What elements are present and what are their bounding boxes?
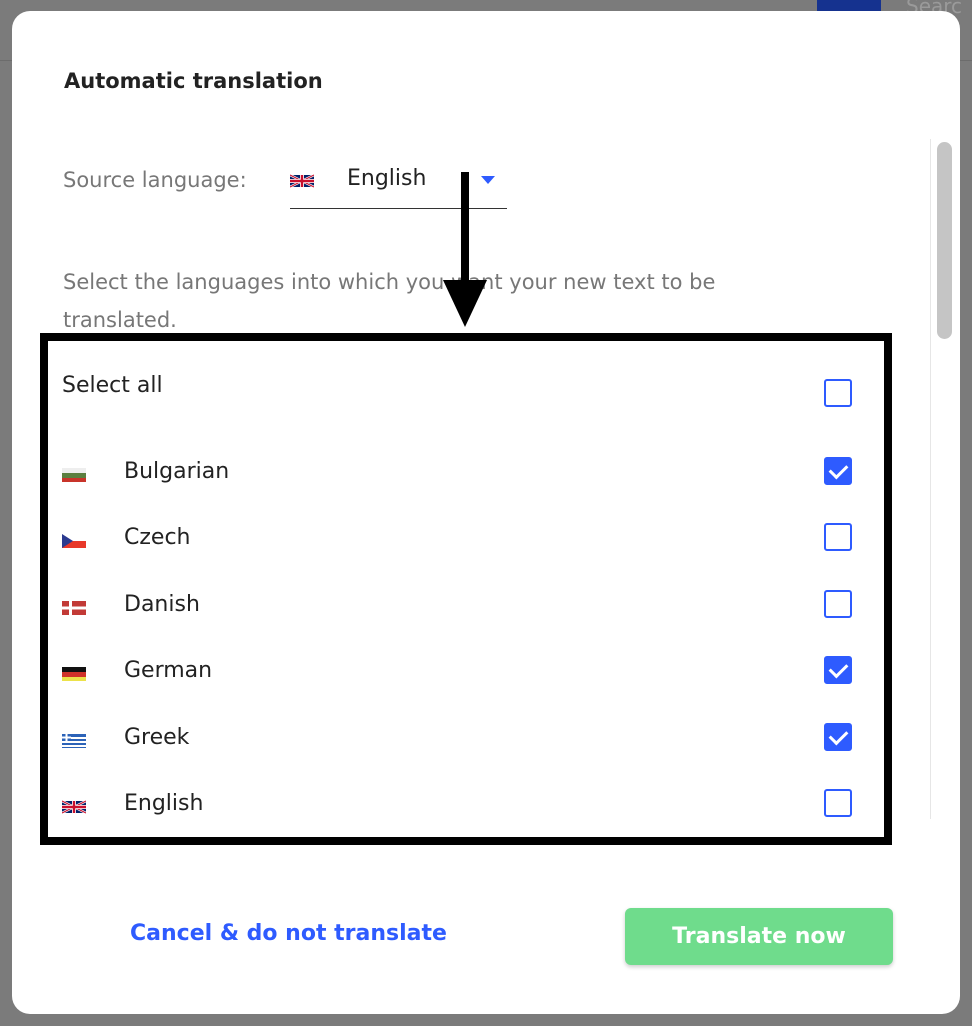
- dialog-title: Automatic translation: [64, 69, 323, 93]
- translate-now-button[interactable]: Translate now: [625, 908, 893, 965]
- language-name: Greek: [124, 724, 190, 750]
- flag-gb-icon: [61, 799, 87, 818]
- language-checkbox[interactable]: [824, 523, 852, 552]
- language-checkbox[interactable]: [824, 457, 852, 485]
- select-all-label: Select all: [62, 373, 163, 398]
- language-row-czech[interactable]: Czech: [62, 519, 872, 559]
- instructions-text: Select the languages into which you want…: [63, 270, 716, 332]
- flag-dk-icon: [62, 600, 86, 619]
- language-checkbox[interactable]: [824, 722, 852, 751]
- select-all-checkbox[interactable]: [824, 379, 852, 407]
- language-checkbox[interactable]: [824, 656, 852, 685]
- language-name: English: [124, 791, 204, 816]
- flag-gb-icon: [289, 173, 315, 192]
- language-row-bulgarian[interactable]: Bulgarian: [62, 453, 872, 493]
- language-checkbox[interactable]: [824, 789, 852, 817]
- flag-cz-icon: [62, 533, 86, 552]
- language-name: Czech: [124, 525, 191, 551]
- language-row-english[interactable]: English: [61, 785, 872, 825]
- flag-gr-icon: [62, 733, 86, 752]
- flag-de-icon: [62, 666, 86, 685]
- language-checkbox[interactable]: [824, 589, 852, 618]
- language-row-danish[interactable]: Danish: [62, 586, 872, 626]
- cancel-button[interactable]: Cancel & do not translate: [130, 921, 447, 946]
- flag-bg-icon: [62, 467, 86, 486]
- language-row-german[interactable]: German: [62, 652, 872, 692]
- source-language-label: Source language:: [63, 168, 247, 192]
- source-language-select[interactable]: English: [289, 161, 507, 209]
- language-name: German: [124, 658, 213, 684]
- automatic-translation-dialog: Automatic translation Source language: E…: [12, 11, 960, 1014]
- language-list: Select all Bulgarian Czech Danish German Gre…: [40, 333, 892, 845]
- scrollbar-thumb[interactable]: [937, 142, 952, 339]
- source-language-value: English: [347, 166, 427, 191]
- chevron-down-icon: [481, 176, 495, 184]
- language-name: Danish: [124, 591, 200, 617]
- language-name: Bulgarian: [124, 459, 230, 484]
- language-row-greek[interactable]: Greek: [62, 719, 872, 759]
